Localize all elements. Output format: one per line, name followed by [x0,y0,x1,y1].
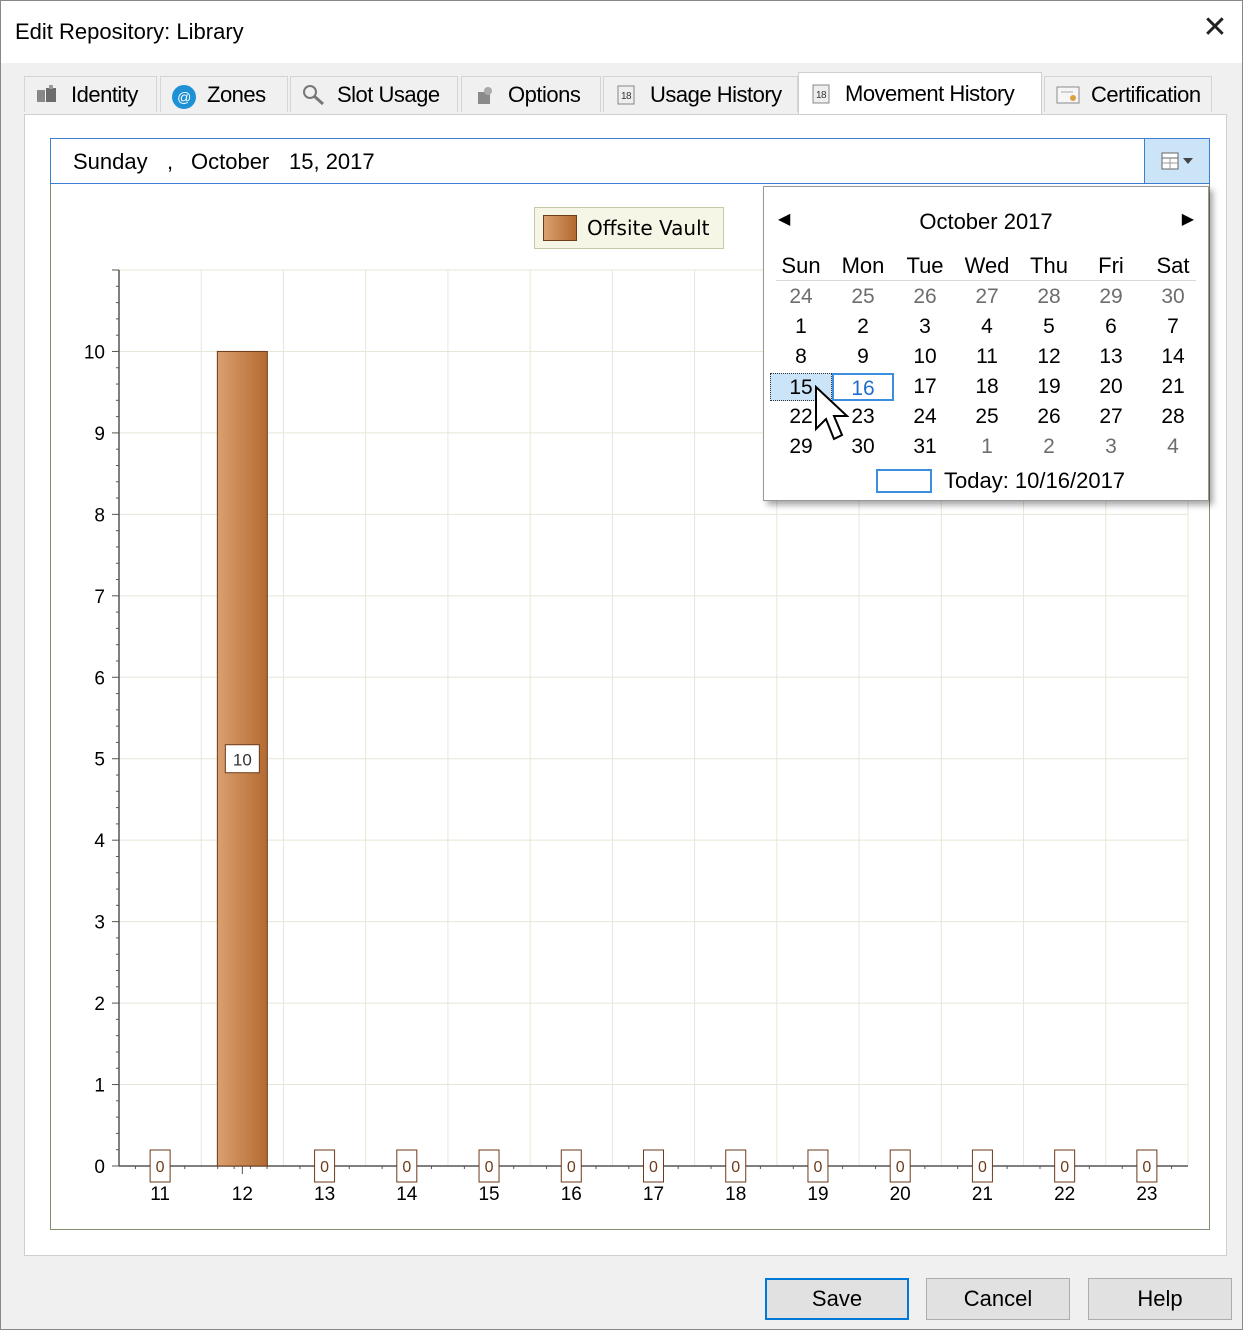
x-tick-label: 20 [890,1184,911,1205]
y-tick-label: 2 [94,994,105,1015]
data-label: 0 [156,1159,165,1176]
calendar-day[interactable]: 21 [1142,373,1204,401]
calendar-day[interactable]: 26 [894,283,956,311]
calendar-day[interactable]: 9 [832,343,894,371]
x-tick-label: 15 [478,1184,499,1205]
calendar-day[interactable]: 27 [956,283,1018,311]
calendar-day[interactable]: 4 [1142,433,1204,461]
calendar-day[interactable]: 14 [1142,343,1204,371]
y-tick-label: 0 [94,1157,105,1178]
x-tick-label: 12 [232,1184,253,1205]
today-marker-box [876,469,932,493]
y-tick-label: 3 [94,913,105,934]
data-label: 0 [1060,1159,1069,1176]
calendar-day[interactable]: 1 [956,433,1018,461]
calendar-day[interactable]: 3 [894,313,956,341]
calendar-day[interactable]: 20 [1080,373,1142,401]
calendar-month-title[interactable]: October 2017 [764,209,1208,235]
calendar-day[interactable]: 3 [1080,433,1142,461]
y-tick-label: 7 [94,587,105,608]
data-label: 0 [1142,1159,1151,1176]
calendar-day[interactable]: 5 [1018,313,1080,341]
x-tick-label: 13 [314,1184,335,1205]
x-tick-label: 17 [643,1184,664,1205]
data-label: 0 [485,1159,494,1176]
data-label: 0 [567,1159,576,1176]
calendar-day[interactable]: 7 [1142,313,1204,341]
calendar-day[interactable]: 19 [1018,373,1080,401]
data-label: 0 [896,1159,905,1176]
calendar-header-divider [776,280,1196,281]
calendar-day[interactable]: 13 [1080,343,1142,371]
weekday-header: Tue [906,253,944,278]
calendar-day[interactable]: 11 [956,343,1018,371]
x-tick-label: 22 [1054,1184,1075,1205]
calendar-day[interactable]: 24 [894,403,956,431]
y-tick-label: 4 [94,831,105,852]
data-label: 0 [320,1159,329,1176]
weekday-header: Sat [1156,253,1190,278]
y-tick-label: 10 [84,342,105,363]
calendar-day[interactable]: 31 [894,433,956,461]
calendar-day[interactable]: 26 [1018,403,1080,431]
calendar-day[interactable]: 2 [832,313,894,341]
y-tick-label: 6 [94,668,105,689]
x-tick-label: 14 [396,1184,418,1205]
data-label: 0 [978,1159,987,1176]
calendar-day[interactable]: 29 [1080,283,1142,311]
data-label: 10 [233,751,252,770]
calendar-day[interactable]: 2 [1018,433,1080,461]
calendar-day[interactable]: 18 [956,373,1018,401]
calendar-day[interactable]: 28 [1018,283,1080,311]
calendar-day[interactable]: 25 [956,403,1018,431]
calendar-day[interactable]: 8 [770,343,832,371]
x-tick-label: 11 [150,1184,170,1205]
y-tick-label: 9 [94,424,105,445]
today-link[interactable]: Today: 10/16/2017 [944,468,1125,494]
calendar-day[interactable]: 6 [1080,313,1142,341]
calendar-day[interactable]: 1 [770,313,832,341]
calendar-day[interactable]: 4 [956,313,1018,341]
calendar-day[interactable]: 24 [770,283,832,311]
x-tick-label: 23 [1136,1184,1157,1205]
calendar-day[interactable]: 30 [1142,283,1204,311]
x-tick-label: 18 [725,1184,746,1205]
y-tick-label: 1 [94,1076,105,1097]
mouse-pointer-icon [815,385,850,441]
y-tick-label: 8 [94,505,105,526]
data-label: 0 [649,1159,658,1176]
next-month-arrow[interactable]: ▶ [1182,209,1194,229]
calendar-day[interactable]: 27 [1080,403,1142,431]
calendar-day[interactable]: 10 [894,343,956,371]
weekday-header: Sun [781,253,821,278]
data-label: 0 [402,1159,411,1176]
weekday-header: Wed [964,253,1010,278]
calendar-dropdown: ◀ October 2017 ▶ Sun Mon Tue Wed Thu Fri Sat 2… [763,186,1209,501]
data-label: 0 [814,1159,823,1176]
x-tick-label: 19 [807,1184,828,1205]
weekday-header: Thu [1030,253,1068,278]
y-tick-label: 5 [94,750,105,771]
data-label: 0 [731,1159,740,1176]
x-tick-label: 21 [972,1184,993,1205]
calendar-day[interactable]: 28 [1142,403,1204,431]
calendar-day[interactable]: 25 [832,283,894,311]
calendar-day[interactable]: 12 [1018,343,1080,371]
x-tick-label: 16 [561,1184,582,1205]
weekday-header: Mon [841,253,885,278]
calendar-day[interactable]: 17 [894,373,956,401]
weekday-header: Fri [1098,253,1124,278]
